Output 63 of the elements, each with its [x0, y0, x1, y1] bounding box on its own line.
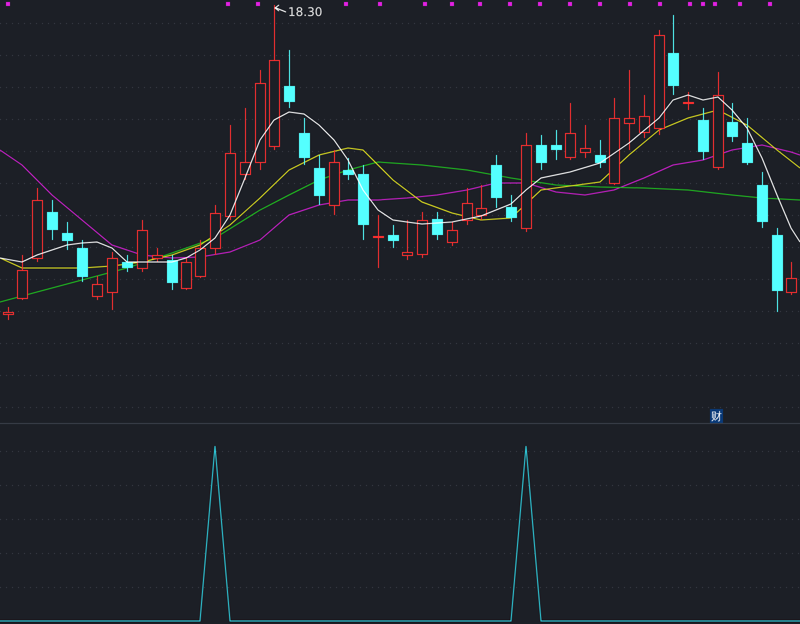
signal-marker [768, 2, 772, 6]
candlestick [565, 102, 576, 160]
candlestick [3, 306, 14, 320]
candlestick [447, 222, 458, 246]
signal-marker [688, 2, 692, 6]
candlestick [595, 140, 606, 168]
candlestick [373, 214, 384, 268]
candlestick [742, 118, 753, 166]
candlestick [402, 220, 413, 260]
candlestick [329, 150, 340, 216]
signal-marker [508, 2, 512, 6]
candlestick [152, 248, 163, 262]
candlestick [476, 184, 487, 220]
signal-marker [658, 2, 662, 6]
candlestick [536, 134, 547, 170]
signal-marker [478, 2, 482, 6]
signal-marker [538, 2, 542, 6]
signal-marker [568, 2, 572, 6]
signal-marker [256, 2, 260, 6]
candlestick [786, 262, 797, 296]
candlestick [388, 224, 399, 248]
candlestick [284, 50, 295, 108]
candlestick [757, 172, 768, 228]
candlestick [491, 154, 502, 208]
signal-marker [450, 2, 454, 6]
candlestick [506, 194, 517, 222]
candlestick [92, 276, 103, 300]
candlestick [580, 124, 591, 158]
signal-marker [423, 2, 427, 6]
signal-marker [378, 2, 382, 6]
price-high-label: 18.30 [288, 5, 322, 19]
signal-marker [628, 2, 632, 6]
candlestick [47, 200, 58, 240]
signal-marker [6, 2, 10, 6]
candlestick [417, 212, 428, 258]
candlestick [167, 254, 178, 290]
candlestick [698, 108, 709, 160]
candlestick [62, 222, 73, 250]
candlestick [551, 130, 562, 160]
candlestick [314, 154, 325, 206]
candlestick [343, 158, 354, 180]
candlestick [299, 118, 310, 166]
candlestick [683, 92, 694, 110]
candlestick [639, 94, 650, 138]
signal-marker [701, 2, 705, 6]
candlestick [181, 258, 192, 290]
candlestick [210, 204, 221, 256]
candlestick [107, 252, 118, 310]
candlestick [17, 254, 28, 300]
leader-line [274, 4, 286, 12]
candlestick [195, 240, 206, 278]
candlestick [462, 188, 473, 226]
candlestick [77, 240, 88, 282]
candlestick [432, 212, 443, 240]
finance-badge: 财 [710, 409, 723, 423]
candlestick [727, 102, 738, 142]
candlestick [137, 220, 148, 272]
signal-marker [713, 2, 717, 6]
candlestick [122, 254, 133, 272]
signal-marker [226, 2, 230, 6]
signal-marker [738, 2, 742, 6]
signal-marker [598, 2, 602, 6]
signal-marker [344, 2, 348, 6]
